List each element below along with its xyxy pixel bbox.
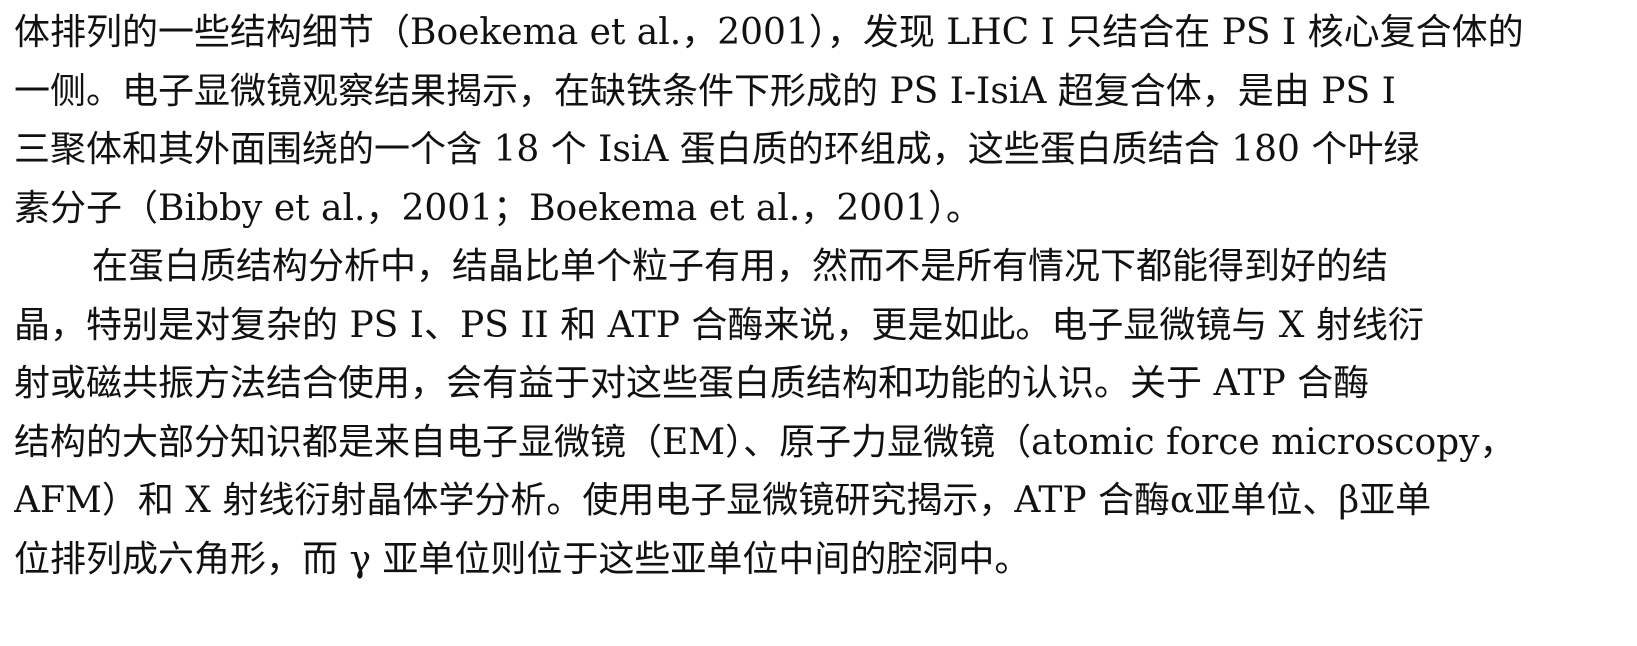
text-line: 位排列成六角形，而 γ 亚单位则位于这些亚单位中间的腔洞中。: [14, 538, 1031, 580]
paragraph-2: 在蛋白质结构分析中，结晶比单个粒子有用，然而不是所有情况下都能得到好的结 晶，特…: [14, 238, 1623, 589]
document-page: 体排列的一些结构细节（Boekema et al.，2001），发现 LHC I…: [0, 0, 1637, 646]
text-line: 素分子（Bibby et al.，2001；Boekema et al.，200…: [14, 187, 982, 229]
text-line: 在蛋白质结构分析中，结晶比单个粒子有用，然而不是所有情况下都能得到好的结: [92, 246, 1389, 287]
paragraph-1: 体排列的一些结构细节（Boekema et al.，2001），发现 LHC I…: [14, 4, 1623, 238]
text-line: 体排列的一些结构细节（Boekema et al.，2001），发现 LHC I…: [14, 12, 1524, 53]
text-line: 晶，特别是对复杂的 PS I、PS II 和 ATP 合酶来说，更是如此。电子显…: [14, 304, 1424, 346]
text-line: AFM）和 X 射线衍射晶体学分析。使用电子显微镜研究揭示，ATP 合酶α亚单位…: [14, 480, 1432, 521]
text-line: 结构的大部分知识都是来自电子显微镜（EM）、原子力显微镜（atomic forc…: [14, 421, 1516, 463]
text-line: 三聚体和其外面围绕的一个含 18 个 IsiA 蛋白质的环组成，这些蛋白质结合 …: [14, 129, 1420, 170]
text-line: 射或磁共振方法结合使用，会有益于对这些蛋白质结构和功能的认识。关于 ATP 合酶: [14, 363, 1370, 404]
text-line: 一侧。电子显微镜观察结果揭示，在缺铁条件下形成的 PS I-IsiA 超复合体，…: [14, 70, 1396, 112]
